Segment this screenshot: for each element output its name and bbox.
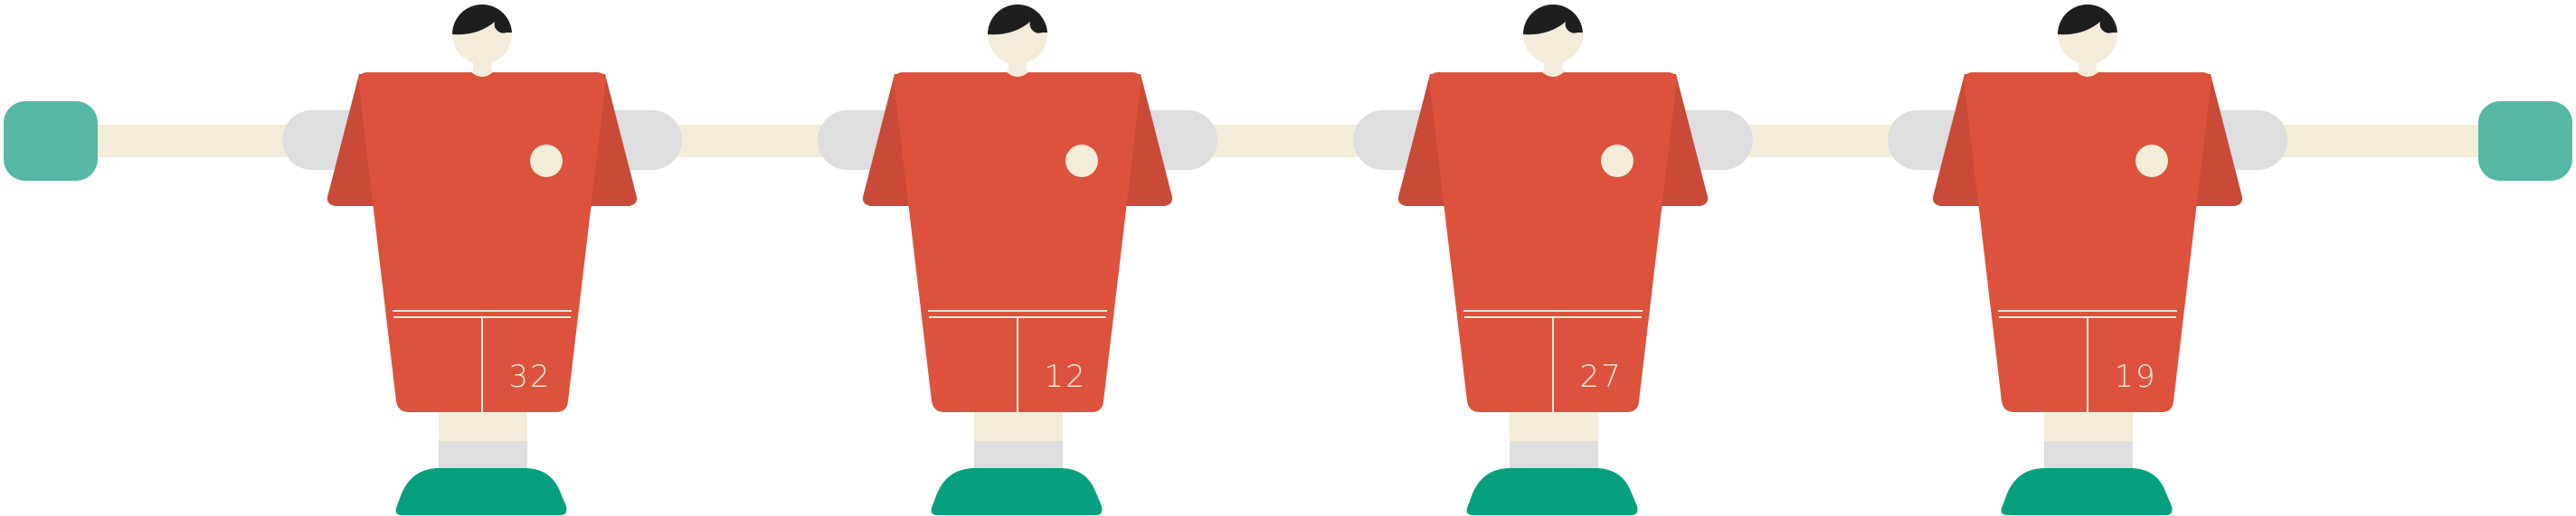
rod-handle-left	[4, 101, 98, 181]
shirt-button	[1065, 145, 1098, 177]
sock-top	[2044, 412, 2133, 441]
player-figure: 32	[282, 5, 682, 515]
sock-top	[439, 412, 527, 441]
sock-band	[974, 441, 1063, 468]
foosball-rod-illustration: 32 12 27 19	[0, 0, 2576, 516]
player-figure: 19	[1888, 5, 2287, 515]
shoe	[931, 468, 1103, 515]
jersey-number: 32	[508, 359, 551, 395]
shirt-button	[1601, 145, 1634, 177]
sock-band	[1510, 441, 1598, 468]
sock-band	[439, 441, 527, 468]
sock-band	[2044, 441, 2133, 468]
rod-handle-right	[2478, 101, 2572, 181]
jersey-number: 12	[1044, 359, 1086, 395]
player-figure: 12	[818, 5, 1217, 515]
player-figure: 27	[1353, 5, 1753, 515]
sock-top	[1510, 412, 1598, 441]
foosball-rod-scene: 32 12 27 19	[4, 5, 2572, 515]
shirt-button	[530, 145, 563, 177]
sock-top	[974, 412, 1063, 441]
jersey-number: 19	[2114, 359, 2156, 395]
shoe	[1466, 468, 1638, 515]
shoe	[2001, 468, 2173, 515]
jersey-number: 27	[1579, 359, 1622, 395]
shirt-button	[2136, 145, 2168, 177]
players-layer: 32 12 27 19	[282, 5, 2287, 515]
shoe	[395, 468, 567, 515]
